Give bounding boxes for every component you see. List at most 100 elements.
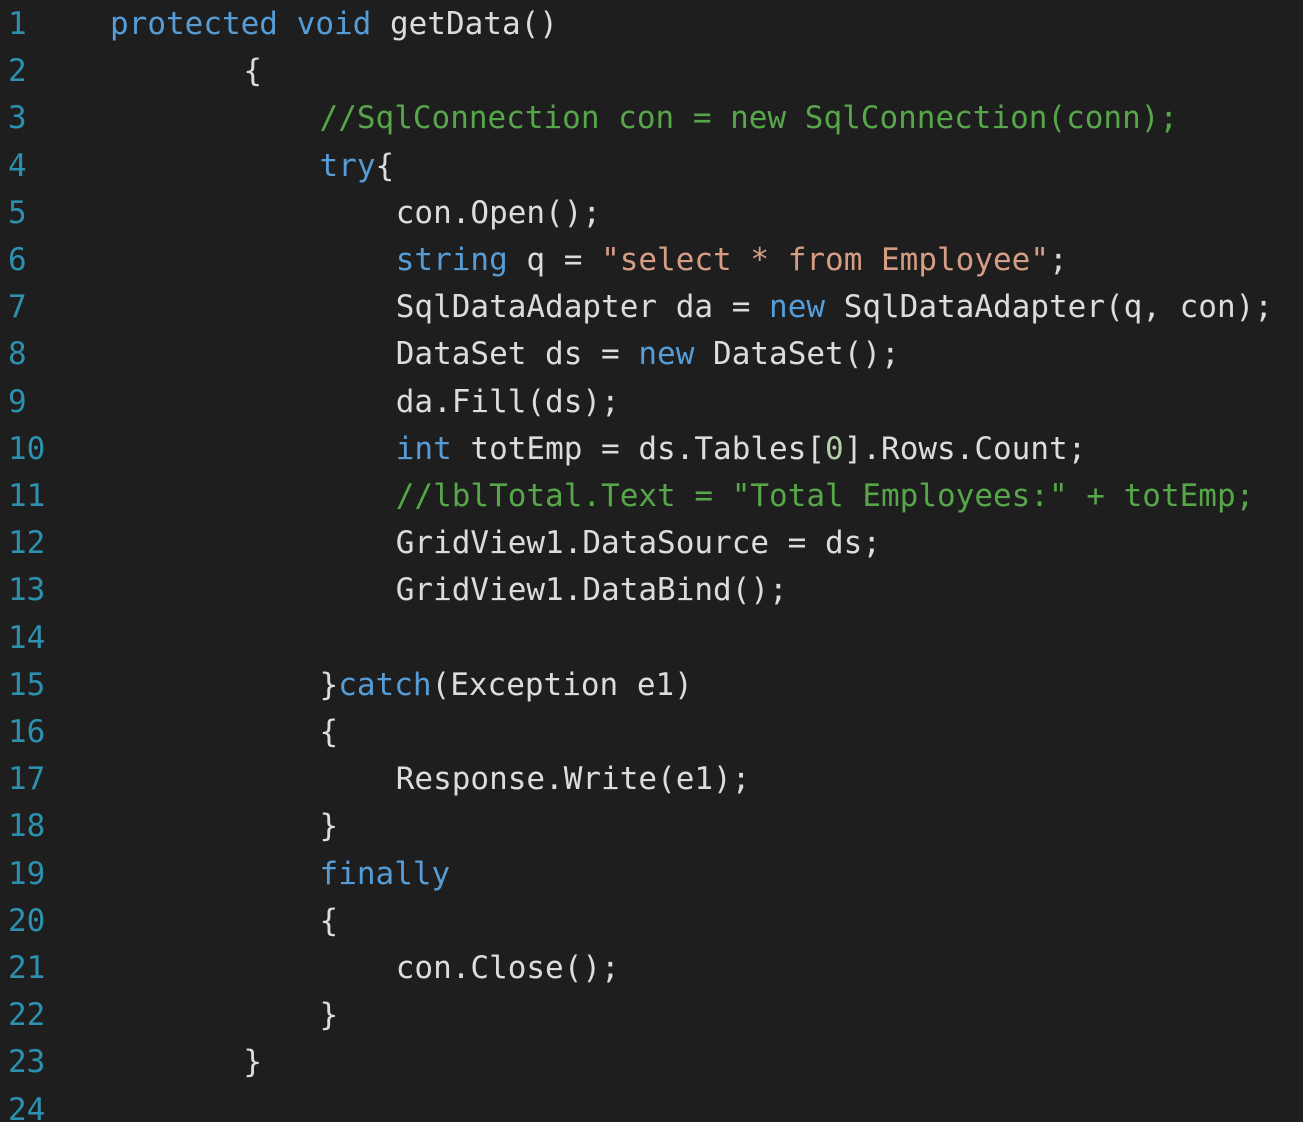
line-number: 15 — [8, 666, 46, 703]
code-line[interactable]: 9 da.Fill(ds); — [0, 379, 1303, 426]
code-line[interactable]: 24 — [0, 1087, 1303, 1122]
code-token: new — [769, 289, 826, 326]
code-line[interactable]: 10 int totEmp = ds.Tables[0].Rows.Count; — [0, 426, 1303, 473]
code-token: //lblTotal.Text = "Total Employees:" + t… — [395, 478, 1255, 514]
code-text: SqlDataAdapter da = new SqlDataAdapter(q… — [396, 284, 1273, 331]
code-line[interactable]: 8 DataSet ds = new DataSet(); — [0, 331, 1303, 378]
code-line[interactable]: 3 //SqlConnection con = new SqlConnection… — [0, 95, 1303, 142]
code-line[interactable]: 13 GridView1.DataBind(); — [0, 567, 1303, 614]
code-line[interactable]: 2{ — [0, 48, 1303, 95]
line-number: 14 — [8, 619, 46, 656]
code-line[interactable]: 16 { — [0, 709, 1303, 756]
code-line[interactable]: 12 GridView1.DataSource = ds; — [0, 520, 1303, 567]
line-number: 6 — [8, 242, 27, 278]
code-line[interactable]: 21 con.Close(); — [0, 945, 1303, 992]
line-number: 3 — [8, 100, 27, 137]
code-token: Response.Write(e1); — [395, 761, 751, 798]
code-text: } — [320, 992, 339, 1039]
line-number: 7 — [8, 289, 27, 326]
code-token: q = — [507, 242, 602, 278]
code-text: } — [243, 1039, 262, 1086]
line-number: 10 — [8, 430, 46, 467]
code-token: da.Fill(ds); — [395, 383, 620, 420]
code-token: ; — [1049, 242, 1068, 278]
code-line[interactable]: 15}catch(Exception e1) — [0, 662, 1303, 709]
code-editor[interactable]: 1 protected void getData() 2{ 3 //SqlConnect… — [0, 0, 1303, 1122]
line-number: 22 — [8, 997, 46, 1034]
code-text: } — [320, 803, 339, 850]
code-text: string q = "select * from Employee"; — [396, 237, 1068, 284]
code-token: con.Open(); — [395, 194, 602, 231]
code-token: 0 — [825, 430, 844, 467]
code-text: con.Close(); — [396, 945, 620, 992]
code-text: { — [243, 48, 262, 95]
line-number: 21 — [8, 950, 46, 986]
code-token: { — [375, 147, 395, 184]
line-number: 9 — [8, 383, 27, 420]
code-line[interactable]: 14 — [0, 615, 1303, 662]
code-text: { — [320, 709, 339, 756]
line-number: 16 — [8, 714, 46, 750]
code-line[interactable]: 18} — [0, 803, 1303, 850]
line-number: 11 — [8, 478, 46, 514]
code-line[interactable]: 4 try{ — [0, 143, 1303, 190]
code-text: }catch(Exception e1) — [320, 662, 693, 709]
code-line[interactable]: 1 protected void getData() — [0, 1, 1303, 48]
code-token: new — [638, 336, 695, 373]
code-text: //SqlConnection con = new SqlConnection(… — [320, 95, 1179, 142]
code-line[interactable]: 5 con.Open(); — [0, 190, 1303, 237]
code-token: GridView1.DataBind(); — [395, 572, 788, 609]
code-token: { — [319, 714, 339, 750]
code-text: finally — [320, 851, 451, 898]
code-token: con.Close(); — [395, 950, 620, 986]
line-number: 17 — [8, 761, 46, 798]
code-line[interactable]: 17 Response.Write(e1); — [0, 756, 1303, 803]
code-text: GridView1.DataBind(); — [396, 567, 788, 614]
code-token: SqlDataAdapter(q, con); — [825, 289, 1273, 326]
code-token: SqlDataAdapter da = — [395, 289, 770, 326]
code-line[interactable]: 23} — [0, 1039, 1303, 1086]
line-number: 20 — [8, 902, 46, 939]
code-token: string — [395, 242, 508, 278]
code-text: //lblTotal.Text = "Total Employees:" + t… — [396, 473, 1255, 520]
code-token: void — [296, 6, 372, 42]
line-number: 5 — [8, 194, 27, 231]
code-line[interactable]: 7 SqlDataAdapter da = new SqlDataAdapter(… — [0, 284, 1303, 331]
code-text: GridView1.DataSource = ds; — [396, 520, 881, 567]
code-line[interactable]: 6 string q = "select * from Employee"; — [0, 237, 1303, 284]
line-number: 19 — [8, 855, 46, 892]
code-token: { — [243, 53, 263, 90]
code-text: { — [320, 898, 339, 945]
code-line[interactable]: 22} — [0, 992, 1303, 1039]
code-text: con.Open(); — [396, 190, 601, 237]
code-token: totEmp = ds.Tables[ — [451, 430, 826, 467]
code-token: getData() — [371, 6, 558, 42]
code-token: int — [395, 430, 452, 467]
code-text: try{ — [320, 143, 395, 190]
code-token: finally — [319, 855, 451, 892]
code-text: da.Fill(ds); — [396, 379, 620, 426]
code-token: ].Rows.Count; — [843, 430, 1087, 467]
code-token: catch — [338, 666, 432, 703]
code-line[interactable]: 20 { — [0, 898, 1303, 945]
line-number: 24 — [8, 1091, 46, 1122]
line-number: 18 — [8, 808, 46, 845]
code-token: } — [319, 808, 339, 845]
code-token: try — [319, 147, 376, 184]
code-text: Response.Write(e1); — [396, 756, 751, 803]
code-token: } — [319, 666, 339, 703]
code-token: } — [243, 1044, 263, 1081]
line-number: 1 — [8, 6, 27, 42]
code-token: DataSet ds = — [395, 336, 639, 373]
code-line[interactable]: 19 finally — [0, 851, 1303, 898]
code-token: //SqlConnection con = new SqlConnection(… — [319, 100, 1179, 137]
code-token: { — [319, 902, 339, 939]
code-text: DataSet ds = new DataSet(); — [396, 331, 900, 378]
line-number: 8 — [8, 336, 27, 373]
code-text: protected void getData() — [110, 1, 558, 48]
code-line[interactable]: 11 //lblTotal.Text = "Total Employees:" +… — [0, 473, 1303, 520]
line-number: 23 — [8, 1044, 46, 1081]
code-token: } — [319, 997, 339, 1034]
code-token: (Exception e1) — [431, 666, 693, 703]
